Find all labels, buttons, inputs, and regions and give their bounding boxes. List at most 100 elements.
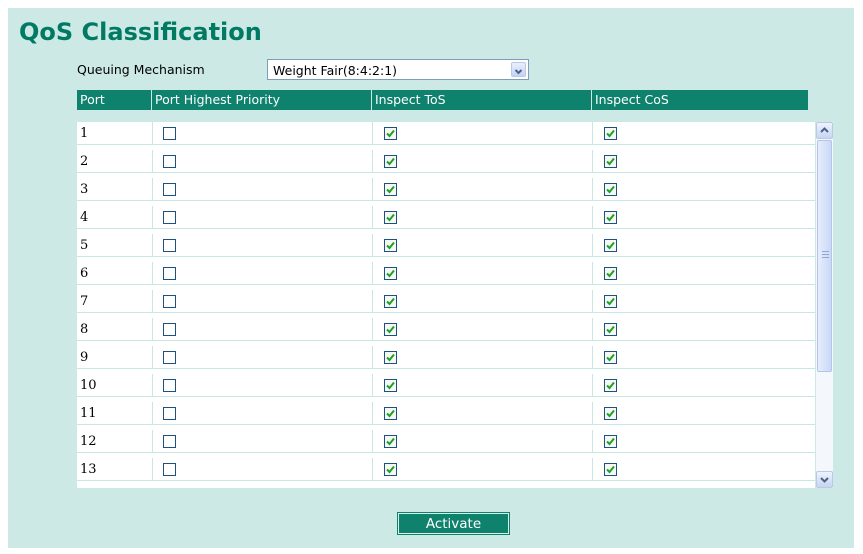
arrow-up-icon[interactable] [816,122,833,139]
inspect-tos-checkbox[interactable] [384,407,397,420]
port-highest-priority-checkbox[interactable] [163,155,176,168]
column-divider [372,262,373,285]
inspect-tos-checkbox[interactable] [384,351,397,364]
check-icon [386,353,395,362]
inspect-cos-checkbox[interactable] [604,239,617,252]
inspect-tos-checkbox[interactable] [384,239,397,252]
port-highest-priority-checkbox[interactable] [163,239,176,252]
column-divider [592,402,593,425]
inspect-cos-checkbox[interactable] [604,183,617,196]
port-highest-priority-checkbox[interactable] [163,183,176,196]
table-row: 1 [77,122,815,145]
check-icon [386,437,395,446]
port-highest-priority-checkbox[interactable] [163,211,176,224]
inspect-cos-checkbox[interactable] [604,323,617,336]
port-highest-priority-checkbox[interactable] [163,379,176,392]
inspect-tos-checkbox[interactable] [384,155,397,168]
column-divider [592,374,593,397]
port-highest-priority-checkbox[interactable] [163,295,176,308]
column-divider [152,402,153,425]
column-divider [152,290,153,313]
inspect-tos-checkbox[interactable] [384,183,397,196]
port-highest-priority-checkbox[interactable] [163,435,176,448]
inspect-cos-checkbox[interactable] [604,127,617,140]
column-divider [372,178,373,201]
column-divider [152,318,153,341]
port-highest-priority-checkbox[interactable] [163,127,176,140]
port-number: 3 [80,182,89,197]
check-icon [386,381,395,390]
port-highest-priority-checkbox[interactable] [163,267,176,280]
inspect-cos-checkbox[interactable] [604,351,617,364]
port-number: 7 [80,294,89,309]
check-icon [606,129,615,138]
inspect-cos-checkbox[interactable] [604,407,617,420]
column-divider [372,206,373,229]
inspect-tos-checkbox[interactable] [384,435,397,448]
column-divider [592,262,593,285]
table-row: 6 [77,262,815,285]
check-icon [386,409,395,418]
arrow-down-icon[interactable] [816,471,833,488]
column-divider [372,346,373,369]
column-divider [372,374,373,397]
column-divider [372,290,373,313]
column-divider [152,234,153,257]
inspect-cos-checkbox[interactable] [604,379,617,392]
port-highest-priority-checkbox[interactable] [163,407,176,420]
inspect-tos-checkbox[interactable] [384,127,397,140]
check-icon [386,465,395,474]
port-highest-priority-checkbox[interactable] [163,323,176,336]
check-icon [606,157,615,166]
table-row: 5 [77,234,815,257]
inspect-tos-checkbox[interactable] [384,379,397,392]
inspect-tos-checkbox[interactable] [384,463,397,476]
inspect-tos-checkbox[interactable] [384,323,397,336]
inspect-cos-checkbox[interactable] [604,435,617,448]
table-row: 12 [77,430,815,453]
grip-line [822,254,829,255]
column-divider [152,150,153,173]
activate-button[interactable]: Activate [397,512,510,535]
port-number: 13 [80,462,97,477]
port-number: 2 [80,154,89,169]
inspect-tos-checkbox[interactable] [384,267,397,280]
port-highest-priority-checkbox[interactable] [163,351,176,364]
inspect-tos-checkbox[interactable] [384,211,397,224]
column-divider [592,318,593,341]
check-icon [606,465,615,474]
chevron-down-icon[interactable] [511,62,526,77]
check-icon [606,381,615,390]
inspect-cos-checkbox[interactable] [604,267,617,280]
grip-line [822,251,829,252]
inspect-cos-checkbox[interactable] [604,155,617,168]
port-table-body: 1 2 3 4 5 6 7 8 9 10 11 12 13 [77,122,815,488]
check-icon [606,213,615,222]
column-divider [592,150,593,173]
port-number: 11 [80,406,97,421]
column-divider [592,346,593,369]
check-icon [606,325,615,334]
check-icon [386,157,395,166]
column-divider [152,262,153,285]
queuing-mechanism-select[interactable]: Weight Fair(8:4:2:1) [267,59,529,80]
column-divider [372,430,373,453]
port-number: 10 [80,378,97,393]
table-row: 9 [77,346,815,369]
column-divider [592,234,593,257]
check-icon [386,213,395,222]
inspect-cos-checkbox[interactable] [604,295,617,308]
check-icon [386,325,395,334]
check-icon [606,353,615,362]
queuing-mechanism-value: Weight Fair(8:4:2:1) [273,63,398,78]
port-number: 8 [80,322,89,337]
column-divider [592,206,593,229]
check-icon [386,185,395,194]
inspect-cos-checkbox[interactable] [604,211,617,224]
scrollbar-thumb[interactable] [817,140,832,372]
check-icon [606,241,615,250]
inspect-tos-checkbox[interactable] [384,295,397,308]
inspect-cos-checkbox[interactable] [604,463,617,476]
port-highest-priority-checkbox[interactable] [163,463,176,476]
table-scrollbar[interactable] [816,122,833,488]
